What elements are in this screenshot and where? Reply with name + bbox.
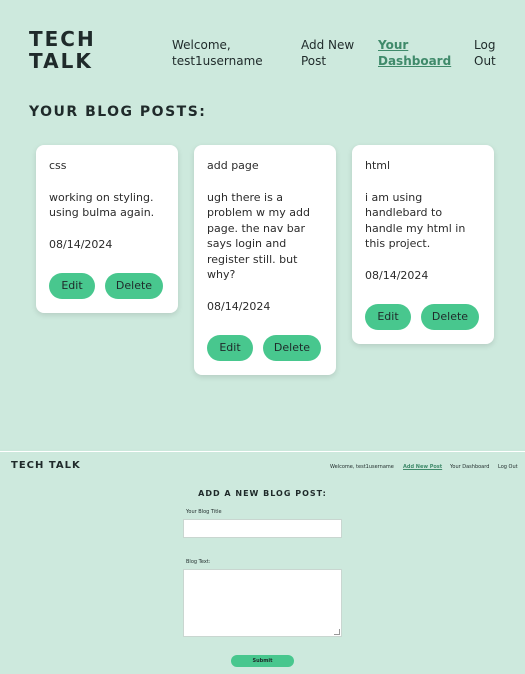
post-title: html xyxy=(365,159,391,172)
post-body: working on styling. using bulma again. xyxy=(49,190,155,220)
delete-button[interactable]: Delete xyxy=(263,335,321,361)
post-body: i am using handlebard to handle my html … xyxy=(365,190,466,251)
blog-text-label: Blog Text: xyxy=(186,559,211,565)
nav-add-new-post[interactable]: Add New Post xyxy=(301,37,361,69)
nav-logout[interactable]: Log Out xyxy=(474,37,504,69)
edit-button[interactable]: Edit xyxy=(49,273,95,299)
blog-title-input[interactable] xyxy=(183,519,342,538)
welcome-text: Welcome, test1username xyxy=(330,464,394,470)
dashboard-page: TECH TALK Welcome, test1username Add New… xyxy=(0,0,525,449)
post-card: add page ugh there is a problem w my add… xyxy=(194,145,336,375)
nav-add-new-post[interactable]: Add New Post xyxy=(403,464,442,470)
nav-your-dashboard[interactable]: Your Dashboard xyxy=(450,464,489,470)
submit-button[interactable]: Submit xyxy=(231,655,294,667)
post-card: html i am using handlebard to handle my … xyxy=(352,145,494,344)
site-logo[interactable]: TECH TALK xyxy=(29,28,96,72)
post-body: ugh there is a problem w my add page. th… xyxy=(207,190,310,282)
post-date: 08/14/2024 xyxy=(365,268,429,282)
blog-title-label: Your Blog Title xyxy=(186,509,222,515)
logo-line2: TALK xyxy=(29,49,93,73)
welcome-text: Welcome, test1username xyxy=(172,38,263,68)
blog-text-textarea[interactable] xyxy=(183,569,342,637)
delete-button[interactable]: Delete xyxy=(105,273,163,299)
post-title: css xyxy=(49,159,67,172)
post-card: css working on styling. using bulma agai… xyxy=(36,145,178,313)
site-logo[interactable]: TECH TALK xyxy=(11,460,81,471)
section-title: YOUR BLOG POSTS: xyxy=(29,104,207,120)
logo-line1: TECH xyxy=(29,27,96,51)
form-title: ADD A NEW BLOG POST: xyxy=(198,489,327,498)
edit-button[interactable]: Edit xyxy=(207,335,253,361)
nav-your-dashboard[interactable]: Your Dashboard xyxy=(378,37,458,69)
edit-button[interactable]: Edit xyxy=(365,304,411,330)
post-title: add page xyxy=(207,159,259,172)
resize-handle-icon[interactable] xyxy=(334,629,340,635)
post-date: 08/14/2024 xyxy=(207,299,271,313)
add-post-page: TECH TALK Welcome, test1username Add New… xyxy=(0,451,525,674)
nav-logout[interactable]: Log Out xyxy=(498,464,518,470)
delete-button[interactable]: Delete xyxy=(421,304,479,330)
post-date: 08/14/2024 xyxy=(49,237,113,251)
